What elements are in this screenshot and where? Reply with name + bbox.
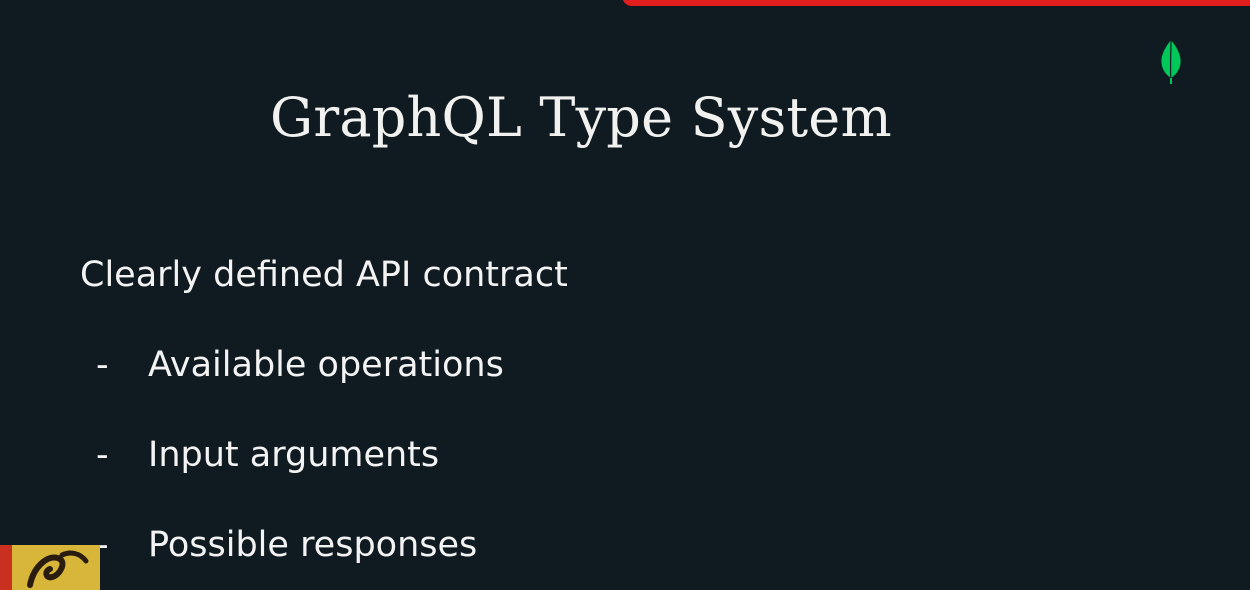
slide-title: GraphQL Type System <box>270 86 892 149</box>
corner-thumbnail-art <box>0 545 100 590</box>
bullet-dash: - <box>96 435 109 475</box>
presentation-slide: GraphQL Type System Clearly defined API … <box>0 0 1250 590</box>
bullet-text: Available operations <box>148 345 504 385</box>
leaf-logo-icon <box>1161 39 1181 85</box>
accent-bar <box>622 0 1250 6</box>
bullet-text: Input arguments <box>148 435 440 475</box>
section-heading: Clearly defined API contract <box>80 255 568 295</box>
bullet-text: Possible responses <box>148 525 478 565</box>
bullet-dash: - <box>96 345 109 385</box>
